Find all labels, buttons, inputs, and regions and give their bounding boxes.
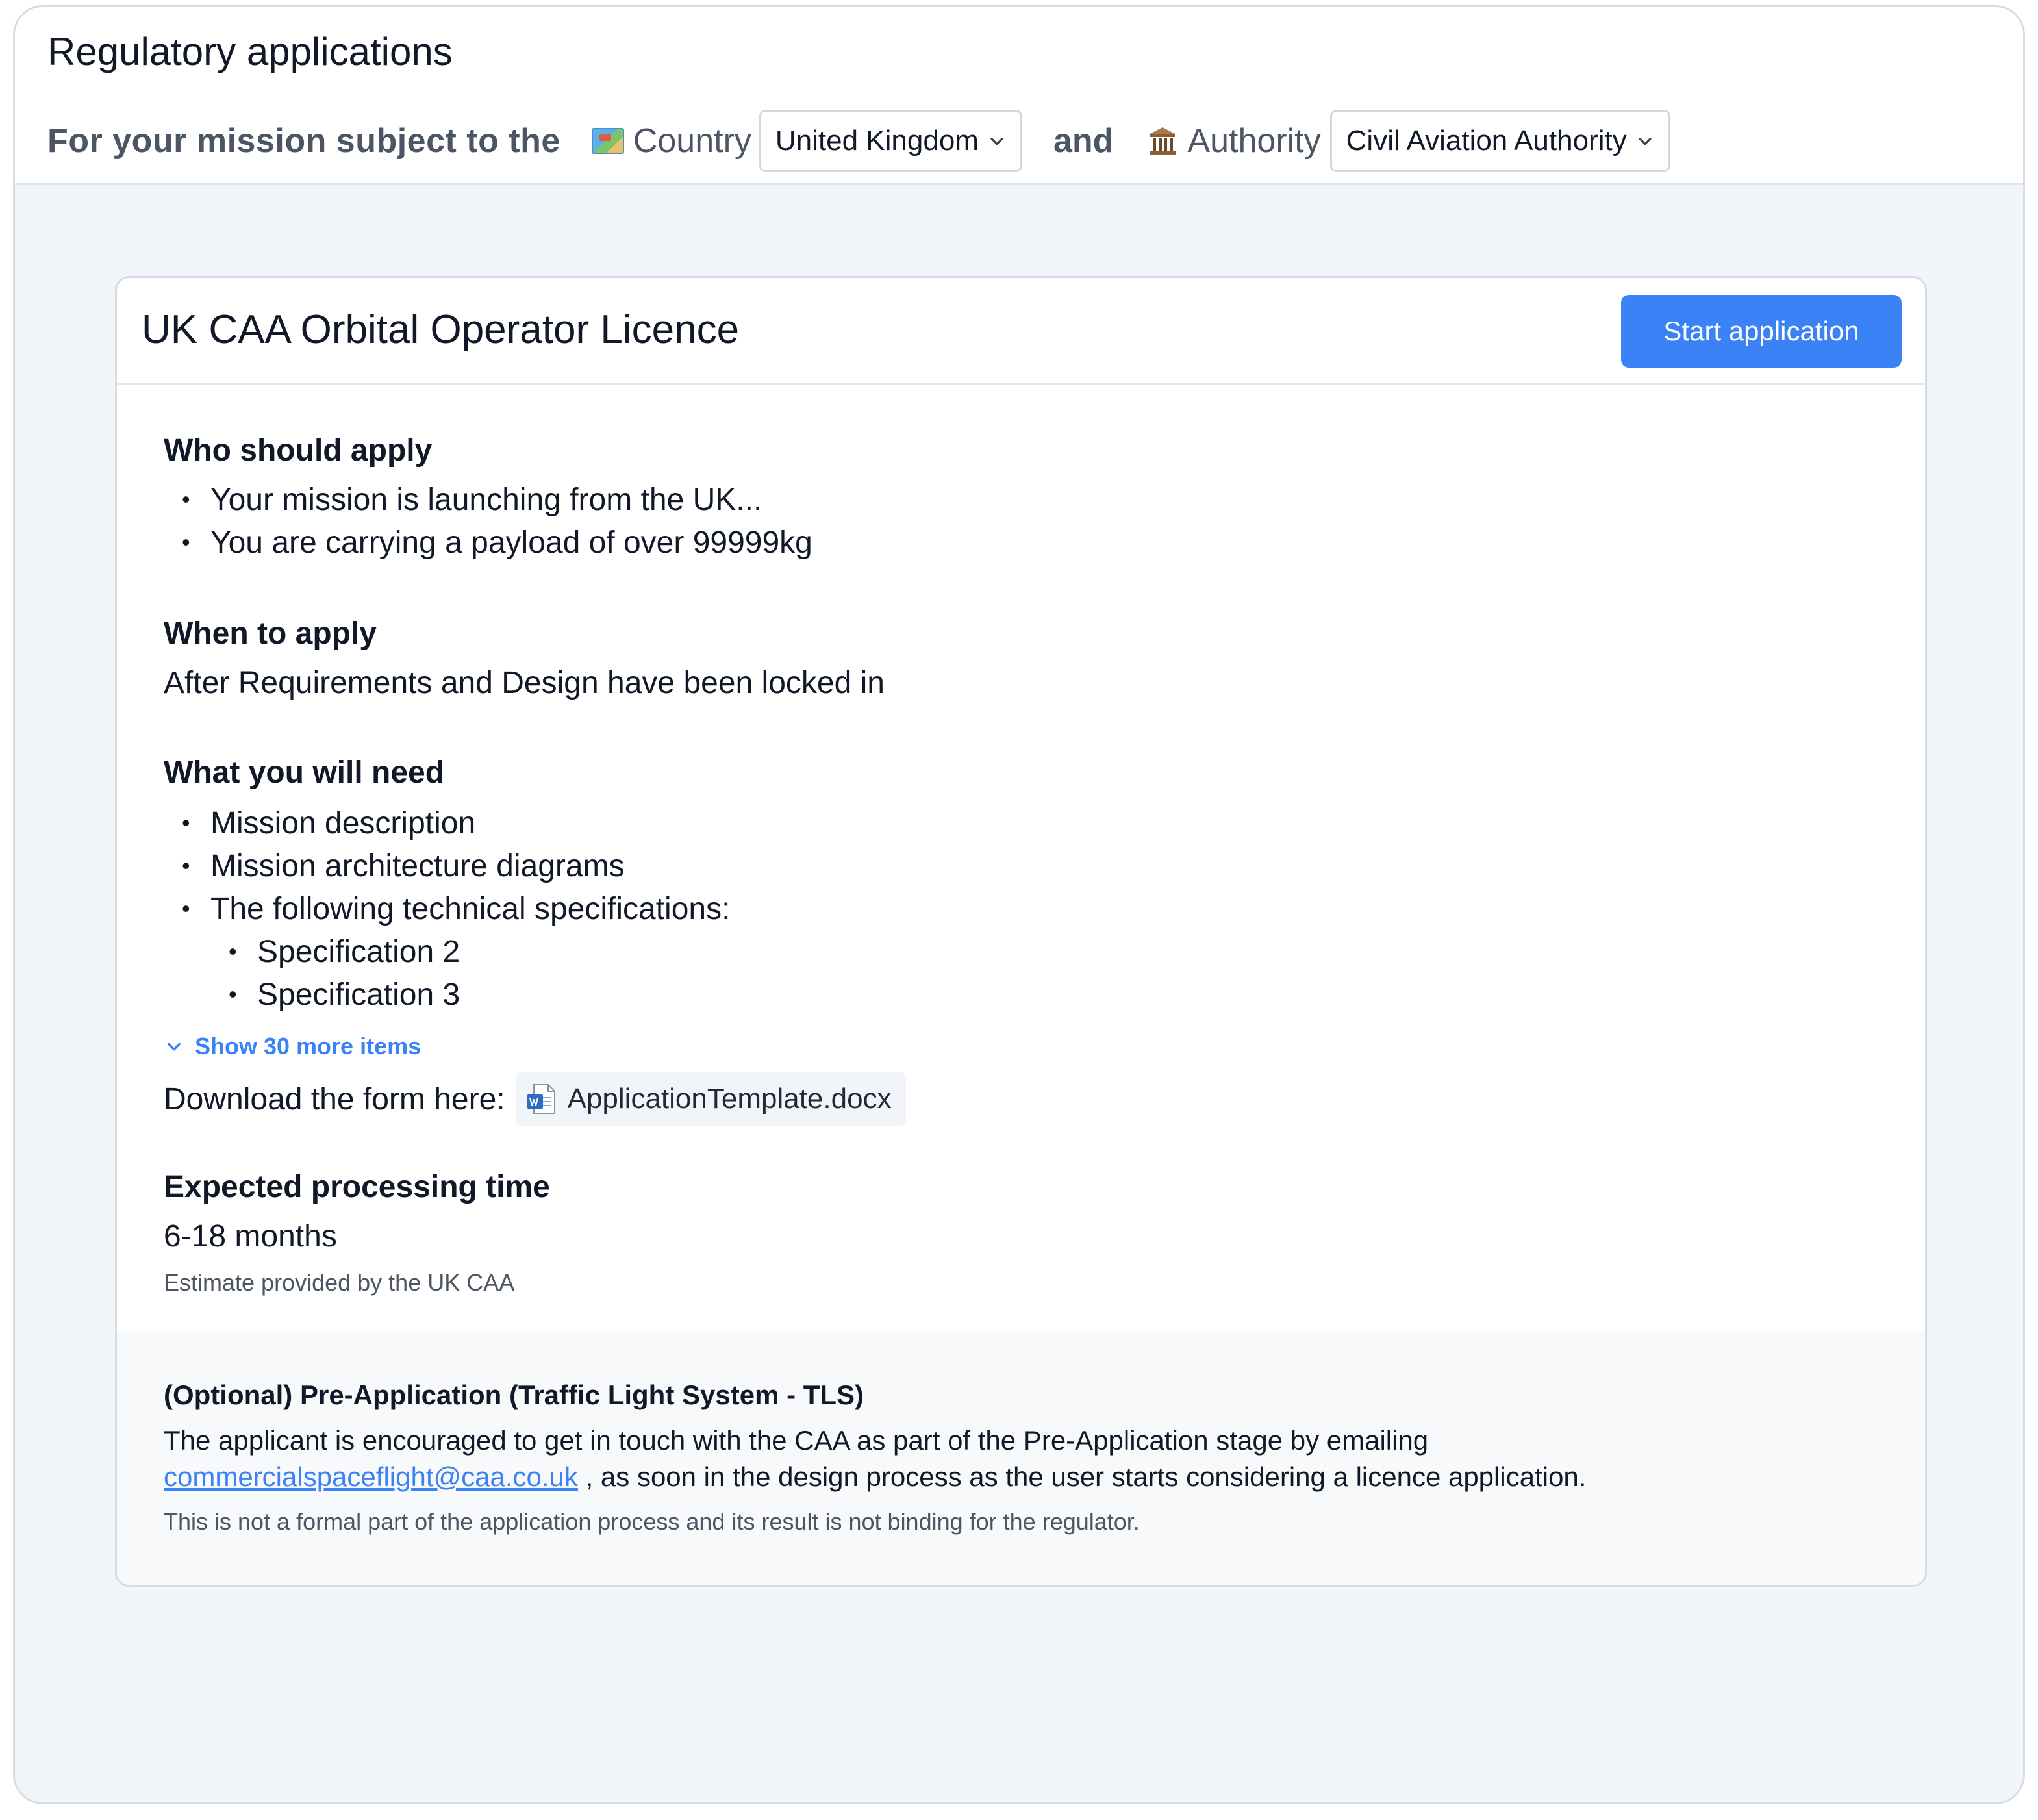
country-filter-label: Country — [591, 121, 751, 160]
authority-filter-label: Authority — [1147, 121, 1321, 160]
pre-application-title: (Optional) Pre-Application (Traffic Ligh… — [164, 1380, 864, 1410]
licence-card: UK CAA Orbital Operator Licence Start ap… — [115, 276, 1927, 1587]
what-you-will-need-heading: What you will need — [164, 755, 445, 790]
pre-application-text-line-1: The applicant is encouraged to get in to… — [164, 1425, 1429, 1456]
application-template-file-link[interactable]: ApplicationTemplate.docx — [515, 1072, 906, 1126]
pre-application-text-line-2: commercialspaceflight@caa.co.uk , as soo… — [164, 1461, 1586, 1493]
filter-lead-text: For your mission subject to the — [47, 122, 560, 160]
country-select-value: United Kingdom — [775, 125, 979, 157]
show-more-items-toggle[interactable]: Show 30 more items — [165, 1033, 421, 1060]
list-item: Mission architecture diagrams — [182, 848, 625, 884]
page-title: Regulatory applications — [47, 30, 453, 73]
chevron-down-icon — [168, 1043, 181, 1051]
list-item: The following technical specifications: — [182, 891, 730, 927]
caa-email-link[interactable]: commercialspaceflight@caa.co.uk — [164, 1461, 578, 1492]
card-header: UK CAA Orbital Operator Licence Start ap… — [117, 278, 1925, 385]
word-document-icon — [527, 1084, 555, 1114]
show-more-label: Show 30 more items — [195, 1033, 421, 1059]
sub-list-item: Specification 2 — [229, 934, 460, 970]
authority-select[interactable]: Civil Aviation Authority — [1329, 110, 1670, 172]
list-item: Mission description — [182, 805, 475, 841]
authority-label: Authority — [1187, 122, 1321, 160]
start-application-button[interactable]: Start application — [1621, 295, 1902, 368]
pre-application-section: (Optional) Pre-Application (Traffic Ligh… — [117, 1332, 1925, 1585]
filter-header: Regulatory applications For your mission… — [15, 7, 2023, 185]
processing-time-note: Estimate provided by the UK CAA — [164, 1269, 515, 1296]
list-item: You are carrying a payload of over 99999… — [182, 525, 812, 561]
file-name: ApplicationTemplate.docx — [567, 1083, 892, 1115]
pre-application-text-rest: , as soon in the design process as the u… — [577, 1461, 1587, 1492]
and-text: and — [1053, 122, 1114, 160]
chevron-down-icon — [1639, 137, 1652, 145]
download-form-label: Download the form here: — [164, 1081, 505, 1117]
when-to-apply-heading: When to apply — [164, 616, 377, 651]
world-map-icon — [591, 128, 624, 154]
classical-building-icon — [1149, 127, 1177, 155]
pre-application-note: This is not a formal part of the applica… — [164, 1508, 1140, 1535]
country-select[interactable]: United Kingdom — [759, 110, 1022, 172]
sub-list-item: Specification 3 — [229, 977, 460, 1013]
who-should-apply-heading: Who should apply — [164, 433, 433, 468]
processing-time-value: 6-18 months — [164, 1219, 337, 1254]
authority-select-value: Civil Aviation Authority — [1346, 125, 1627, 157]
processing-time-heading: Expected processing time — [164, 1170, 550, 1204]
app-window: Regulatory applications For your mission… — [13, 5, 2025, 1804]
chevron-down-icon — [990, 137, 1003, 145]
when-to-apply-text: After Requirements and Design have been … — [164, 666, 885, 700]
download-form-row: Download the form here: ApplicationTempl… — [164, 1072, 906, 1126]
jurisdiction-filter: For your mission subject to the Country … — [47, 110, 1670, 172]
country-label: Country — [633, 122, 751, 160]
licence-title: UK CAA Orbital Operator Licence — [142, 307, 740, 352]
list-item: Your mission is launching from the UK... — [182, 482, 762, 518]
